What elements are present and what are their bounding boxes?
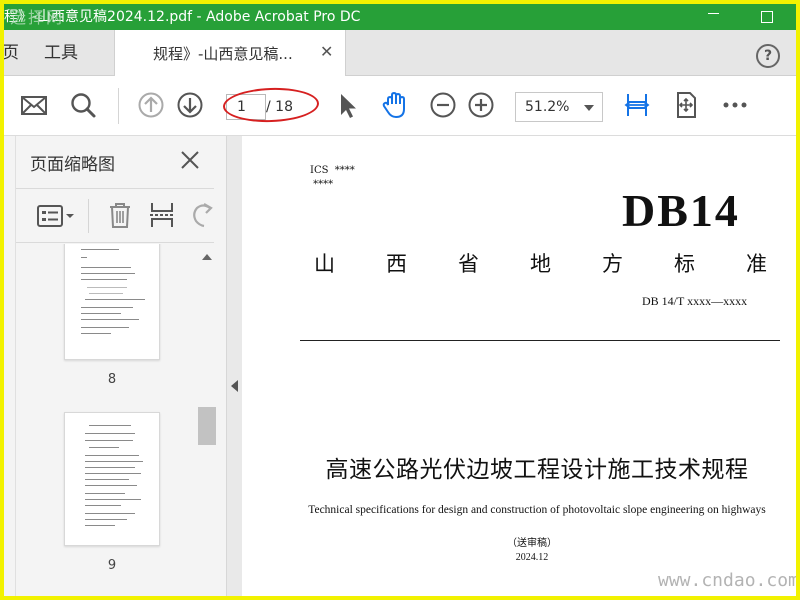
scroll-up-icon[interactable] [202,254,212,260]
minimize-button[interactable] [704,4,724,30]
title-bar: 程》-山西意见稿2024.12.pdf - Adobe Acrobat Pro … [4,4,796,30]
tab-document[interactable]: 规程》-山西意见稿... ✕ [114,30,346,77]
chevron-left-icon[interactable] [231,380,238,392]
panel-separator [88,199,89,233]
help-icon[interactable]: ? [756,44,780,68]
insert-page-icon[interactable] [148,200,176,230]
more-options-icon[interactable] [720,90,750,120]
thumbnails-list: 8 9 [16,244,198,596]
standard-prefix: DB14 [622,185,740,236]
standard-type: 山 西 省 地 方 标 准 [314,252,767,276]
tab-tools[interactable]: 工具 [44,30,78,76]
panel-edge [4,136,16,596]
close-icon[interactable] [180,150,200,170]
zoom-level-value: 51.2% [525,99,570,115]
header-rule [300,340,780,341]
toolbar: 1 / 18 51.2% [4,76,796,136]
thumbnail-options-icon[interactable] [36,203,76,229]
highlight-ellipse [222,86,320,124]
draft-note: （送审稿） [507,538,557,549]
select-pointer-icon[interactable] [332,90,362,120]
zoom-out-icon[interactable] [428,90,458,120]
delete-page-icon[interactable] [106,200,134,230]
ics-code: ICS **** **** [310,165,355,190]
document-title-cn: 高速公路光伏边坡工程设计施工技术规程 [325,457,749,483]
scrollbar-thumb[interactable] [198,407,216,445]
tab-bar: 页 工具 规程》-山西意见稿... ✕ ? [4,30,796,77]
watermark-top: 选择网 [10,8,65,27]
thumbnail-page-number: 9 [107,558,117,573]
document-page: ICS **** **** DB14 山 西 省 地 方 标 准 DB 14/T… [242,136,796,596]
previous-page-icon[interactable] [136,90,166,120]
zoom-in-icon[interactable] [466,90,496,120]
thumbnails-toolbar [16,188,214,243]
maximize-button[interactable] [761,11,773,23]
page-thumbnail-9[interactable] [64,412,160,546]
chevron-down-icon [584,105,594,111]
next-page-icon[interactable] [175,90,205,120]
collapse-panel-bar[interactable] [226,136,242,596]
zoom-level-select[interactable]: 51.2% [515,92,603,122]
document-title-en: Technical specifications for design and … [308,504,766,516]
toolbar-separator [118,88,119,124]
full-screen-icon[interactable] [671,90,701,120]
thumbnails-scrollbar[interactable] [198,244,216,596]
thumbnails-title: 页面缩略图 [30,155,115,175]
page-thumbnail-8[interactable] [64,244,160,360]
standard-code: DB 14/T xxxx—xxxx [642,294,748,308]
tab-home[interactable]: 页 [4,30,19,76]
fit-width-icon[interactable] [622,90,652,120]
document-tab-label: 规程》-山西意见稿... [153,45,293,63]
search-icon[interactable] [68,90,98,120]
document-date: 2024.12 [515,552,549,563]
page-thumbnails-panel: 页面缩略图 8 9 [4,136,226,596]
thumbnail-page-number: 8 [107,372,117,387]
email-icon[interactable] [19,90,49,120]
rotate-page-icon[interactable] [190,200,214,230]
acrobat-window: 程》-山西意见稿2024.12.pdf - Adobe Acrobat Pro … [4,4,796,596]
hand-tool-icon[interactable] [380,90,410,120]
site-watermark: www.cndao.com [658,570,796,591]
close-tab-icon[interactable]: ✕ [320,42,333,61]
